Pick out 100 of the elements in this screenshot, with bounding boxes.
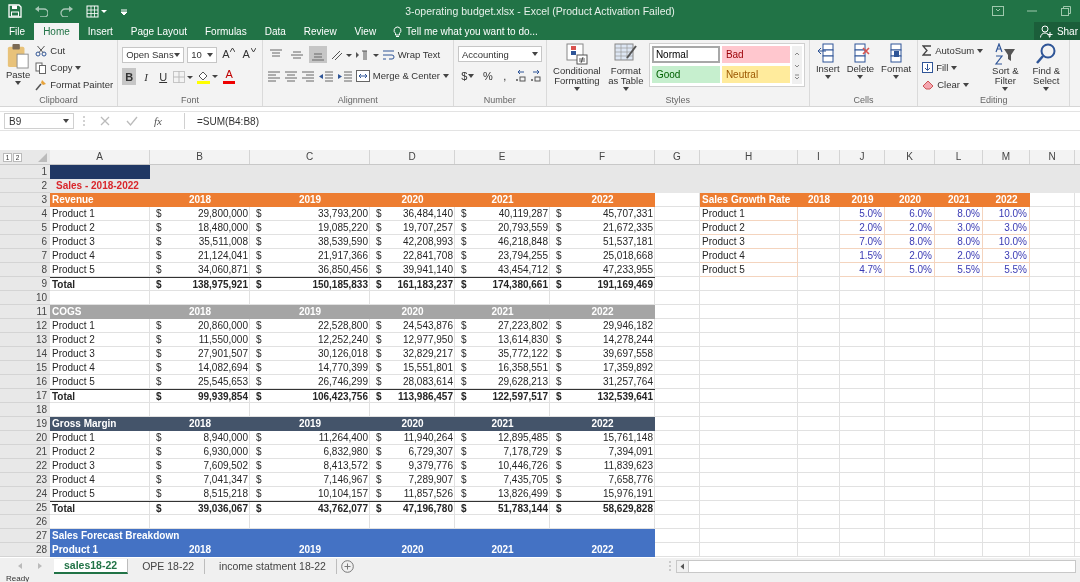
customize-caret-icon[interactable]: [120, 7, 128, 15]
row-header[interactable]: 20: [0, 431, 50, 445]
column-header[interactable]: M: [983, 150, 1030, 164]
decrease-decimal-icon[interactable]: [514, 69, 527, 82]
font-style-button[interactable]: U: [156, 68, 171, 85]
row-header[interactable]: 18: [0, 403, 50, 417]
font-size-field[interactable]: 10: [187, 46, 218, 63]
row-header[interactable]: 15: [0, 361, 50, 375]
save-icon[interactable]: [8, 4, 22, 18]
column-header[interactable]: C: [250, 150, 370, 164]
orientation-icon[interactable]: [329, 48, 352, 61]
redo-icon[interactable]: [60, 5, 74, 17]
column-header[interactable]: L: [935, 150, 983, 164]
name-box[interactable]: B9: [4, 113, 74, 129]
row-header[interactable]: 1: [0, 165, 50, 179]
row-header[interactable]: 14: [0, 347, 50, 361]
undo-icon[interactable]: [34, 5, 48, 17]
restore-icon[interactable]: [1060, 6, 1072, 16]
tell-me-search[interactable]: Tell me what you want to do...: [385, 23, 546, 40]
checkmark-icon[interactable]: [126, 116, 138, 126]
clear-button[interactable]: Clear: [922, 77, 984, 92]
bottom-align-button[interactable]: [308, 46, 327, 63]
row-header[interactable]: 9: [0, 277, 50, 291]
fill-button[interactable]: Fill: [922, 60, 984, 75]
conditional-formatting-button[interactable]: Conditional Formatting: [550, 43, 603, 94]
ribbon-tab[interactable]: Page Layout: [121, 23, 196, 40]
row-header[interactable]: 17: [0, 389, 50, 403]
cell-style-option[interactable]: Neutral: [721, 66, 790, 83]
merge-center-button[interactable]: Merge & Center: [355, 68, 449, 83]
format-painter-button[interactable]: Format Painter: [35, 77, 114, 92]
row-header[interactable]: 4: [0, 207, 50, 221]
row-header[interactable]: 22: [0, 459, 50, 473]
row-header[interactable]: 7: [0, 249, 50, 263]
row-header[interactable]: 8: [0, 263, 50, 277]
ribbon-tab[interactable]: Insert: [78, 23, 122, 40]
ribbon-display-icon[interactable]: [992, 6, 1004, 16]
cell-style-option[interactable]: Good: [651, 66, 720, 83]
ribbon-tab[interactable]: Formulas: [196, 23, 256, 40]
row-header[interactable]: 26: [0, 515, 50, 529]
font-color-button[interactable]: A: [221, 68, 238, 85]
ribbon-tab[interactable]: Data: [255, 23, 295, 40]
share-button[interactable]: Shar: [1033, 22, 1080, 40]
row-header[interactable]: 11: [0, 305, 50, 319]
font-style-button[interactable]: B: [122, 68, 137, 85]
column-header[interactable]: A: [50, 150, 150, 164]
sheet-tab[interactable]: OPE 18-22: [132, 558, 206, 574]
number-format-field[interactable]: Accounting: [457, 46, 542, 62]
sheet-tab[interactable]: sales18-22: [54, 558, 129, 574]
paste-button[interactable]: Paste: [4, 43, 33, 94]
splitter-handle-icon[interactable]: [668, 560, 672, 572]
row-header[interactable]: 28: [0, 543, 50, 557]
column-header[interactable]: I: [798, 150, 840, 164]
row-header[interactable]: 23: [0, 473, 50, 487]
font-style-button[interactable]: I: [139, 68, 154, 85]
row-header[interactable]: 25: [0, 501, 50, 515]
format-cells-button[interactable]: Format: [879, 43, 914, 94]
column-header[interactable]: G: [655, 150, 700, 164]
ribbon-tab[interactable]: View: [345, 23, 386, 40]
align-center-icon[interactable]: [283, 69, 298, 82]
format-as-table-button[interactable]: Format as Table: [605, 43, 646, 94]
column-header[interactable]: H: [700, 150, 798, 164]
table-icon[interactable]: [86, 4, 108, 18]
column-header[interactable]: F: [550, 150, 655, 164]
formula-field[interactable]: =SUM(B4:B8): [193, 115, 1076, 127]
row-header[interactable]: 6: [0, 235, 50, 249]
ribbon-tab[interactable]: Home: [34, 23, 79, 40]
row-header[interactable]: 21: [0, 445, 50, 459]
column-header[interactable]: D: [370, 150, 455, 164]
row-header[interactable]: 16: [0, 375, 50, 389]
column-header[interactable]: B: [150, 150, 250, 164]
autosum-button[interactable]: AutoSum: [922, 43, 984, 58]
row-header[interactable]: 3: [0, 193, 50, 207]
wrap-text-button[interactable]: Wrap Text: [381, 47, 441, 62]
comma-format-button[interactable]: ,: [497, 67, 512, 84]
horizontal-scrollbar[interactable]: [676, 559, 1076, 573]
decrease-indent-icon[interactable]: [317, 69, 334, 82]
row-header[interactable]: 13: [0, 333, 50, 347]
align-left-icon[interactable]: [266, 69, 281, 82]
delete-cells-button[interactable]: Delete: [844, 43, 877, 94]
add-sheet-icon[interactable]: [340, 559, 354, 573]
ribbon-tab[interactable]: File: [0, 23, 35, 40]
insert-function-button[interactable]: fx: [154, 115, 162, 127]
increase-indent-icon[interactable]: [336, 69, 353, 82]
row-header[interactable]: 5: [0, 221, 50, 235]
text-direction-icon[interactable]: [354, 48, 379, 61]
sort-filter-button[interactable]: Sort & Filter: [986, 43, 1025, 94]
percent-format-button[interactable]: %: [480, 67, 495, 84]
column-header[interactable]: E: [455, 150, 550, 164]
cancel-icon[interactable]: [100, 116, 110, 126]
row-header[interactable]: 10: [0, 291, 50, 305]
increase-font-size-button[interactable]: A: [220, 46, 238, 63]
increase-decimal-icon[interactable]: [529, 69, 542, 82]
cell-style-option[interactable]: Bad: [721, 46, 790, 63]
row-header[interactable]: 2: [0, 179, 50, 193]
column-header[interactable]: N: [1030, 150, 1075, 164]
cell-style-option[interactable]: Normal: [651, 46, 720, 63]
column-header[interactable]: J: [840, 150, 885, 164]
insert-cells-button[interactable]: Insert: [813, 43, 842, 94]
decrease-font-size-button[interactable]: A: [240, 46, 258, 63]
currency-format-button[interactable]: $: [457, 67, 478, 84]
